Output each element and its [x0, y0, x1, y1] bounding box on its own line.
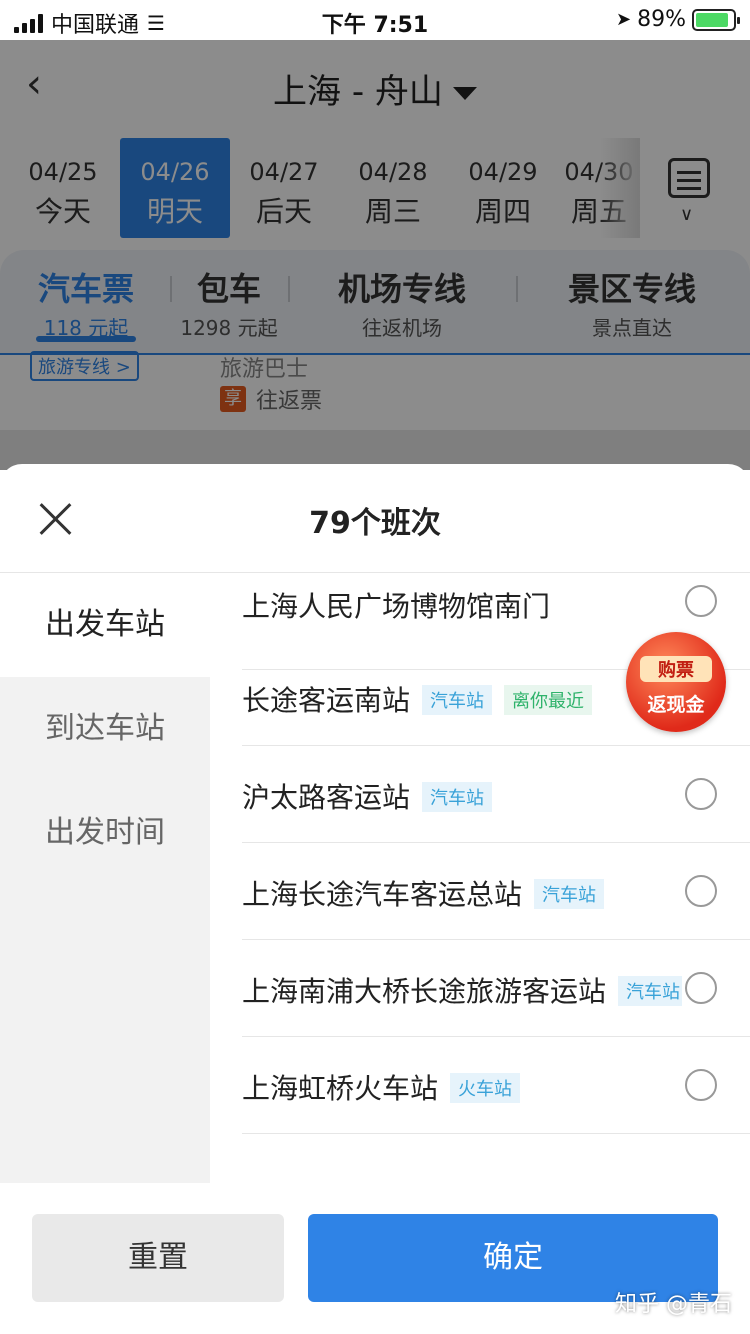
- status-bar: 中国联通 ☰ 下午 7:51 ➤ 89%: [0, 0, 750, 40]
- radio-button[interactable]: [685, 1069, 717, 1101]
- cashback-promo-badge[interactable]: 购票 返现金: [626, 632, 726, 732]
- station-name: 上海南浦大桥长途旅游客运站: [242, 975, 607, 1008]
- location-arrow-icon: ➤: [616, 9, 632, 30]
- radio-button[interactable]: [685, 778, 717, 810]
- station-name: 上海虹桥火车站: [242, 1072, 439, 1105]
- station-row[interactable]: 上海南浦大桥长途旅游客运站 汽车站: [242, 940, 750, 1037]
- bus-station-tag: 汽车站: [618, 976, 682, 1006]
- station-name: 上海长途汽车客运总站: [242, 878, 523, 911]
- sidebar-item-departure-time[interactable]: 出发时间: [0, 781, 210, 885]
- battery-percent: 89%: [637, 7, 686, 32]
- sidebar-item-departure-station[interactable]: 出发车站: [0, 573, 210, 677]
- sheet-title: 79个班次: [309, 506, 441, 541]
- station-row[interactable]: 上海长途汽车客运总站 汽车站: [242, 843, 750, 940]
- nearest-tag: 离你最近: [504, 685, 593, 715]
- watermark: 知乎 @青石: [615, 1292, 732, 1317]
- station-name: 沪太路客运站: [242, 781, 411, 814]
- battery-icon: [692, 8, 740, 31]
- radio-button[interactable]: [685, 875, 717, 907]
- radio-button[interactable]: [685, 585, 717, 617]
- modal-overlay[interactable]: [0, 40, 750, 470]
- station-name: 上海人民广场博物馆南门: [242, 590, 551, 623]
- promo-line-1: 购票: [640, 656, 712, 682]
- station-name: 长途客运南站: [242, 684, 411, 717]
- bus-station-tag: 汽车站: [534, 879, 605, 909]
- station-row[interactable]: 上海虹桥火车站 火车站: [242, 1037, 750, 1134]
- bus-station-tag: 汽车站: [422, 685, 493, 715]
- filter-sheet: 79个班次 出发车站 到达车站 出发时间 上海人民广场博物馆南门 长途客运南站汽…: [0, 464, 750, 1334]
- promo-line-2: 返现金: [647, 694, 705, 716]
- train-station-tag: 火车站: [450, 1073, 521, 1103]
- bus-station-tag: 汽车站: [422, 782, 493, 812]
- radio-button[interactable]: [685, 972, 717, 1004]
- sidebar-item-arrival-station[interactable]: 到达车站: [0, 677, 210, 781]
- station-row[interactable]: 沪太路客运站 汽车站: [242, 746, 750, 843]
- reset-button[interactable]: 重置: [32, 1214, 284, 1302]
- filter-sidebar: 出发车站 到达车站 出发时间: [0, 573, 210, 1183]
